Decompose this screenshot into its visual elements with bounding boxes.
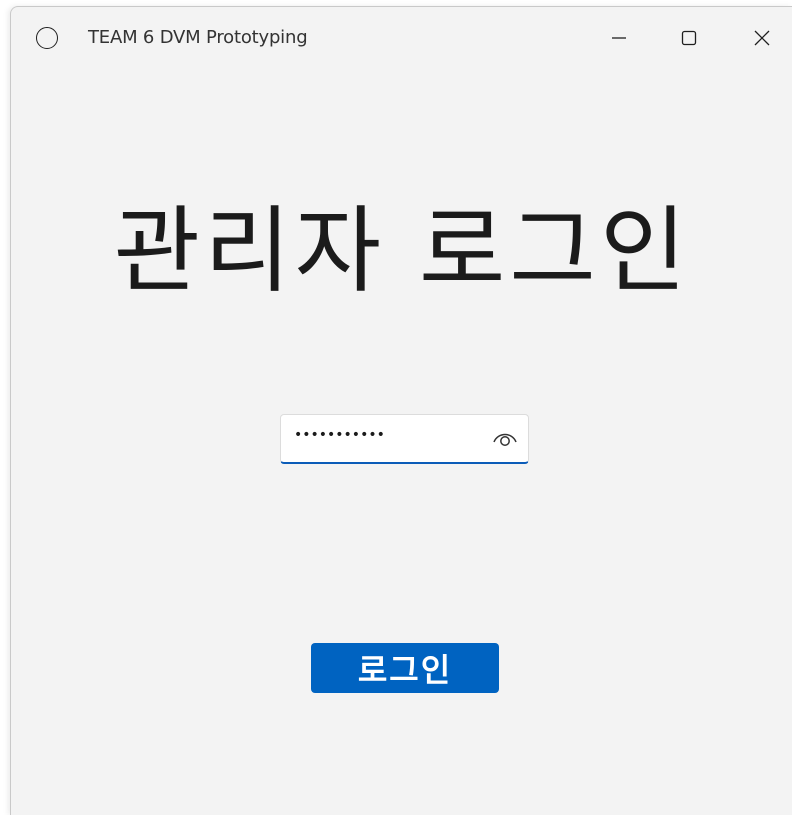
login-button[interactable]: 로그인 [311, 643, 499, 693]
close-icon [754, 30, 770, 46]
password-field[interactable]: ••••••••••• [280, 414, 529, 464]
minimize-icon [612, 37, 626, 39]
app-window: TEAM 6 DVM Prototyping 관리자 로그인 •••••••••… [10, 6, 792, 815]
page-title: 관리자 로그인 [113, 197, 691, 306]
title-bar[interactable]: TEAM 6 DVM Prototyping [11, 7, 792, 69]
maximize-button[interactable] [666, 17, 712, 59]
close-button[interactable] [739, 17, 785, 59]
eye-icon[interactable] [492, 428, 518, 448]
password-masked-value: ••••••••••• [294, 427, 385, 443]
window-title: TEAM 6 DVM Prototyping [88, 27, 308, 48]
app-circle-icon [36, 27, 58, 49]
maximize-icon [681, 30, 697, 46]
minimize-button[interactable] [596, 17, 642, 59]
